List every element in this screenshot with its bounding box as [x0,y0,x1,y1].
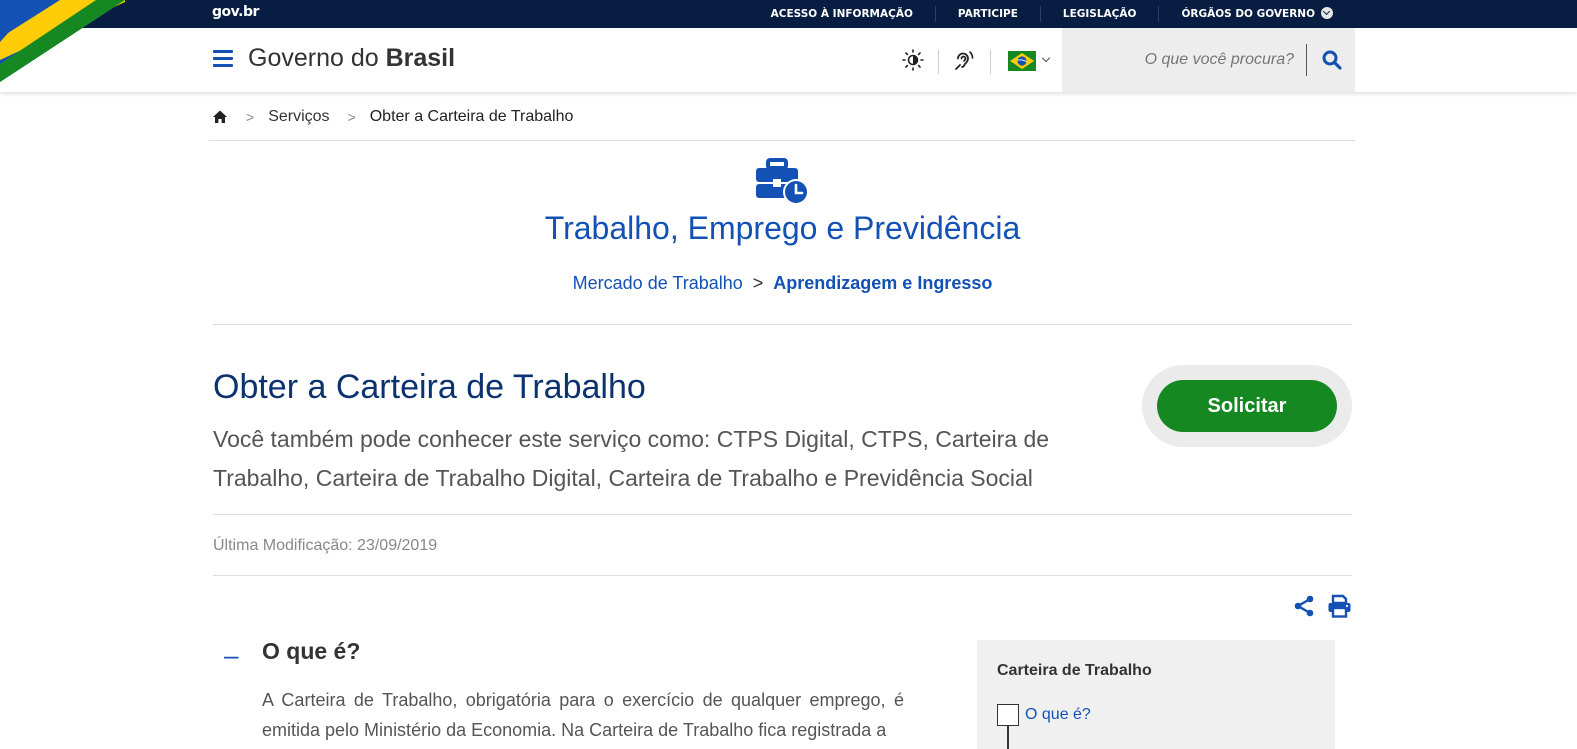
accessibility-hearing-icon[interactable] [953,48,977,72]
print-icon[interactable] [1327,594,1352,618]
topnav-orgaos-do-governo[interactable]: ÓRGÃOS DO GOVERNO [1158,6,1355,22]
subcategory-separator: > [752,273,764,293]
site-title-regular: Governo do [248,44,386,72]
breadcrumb-current: Obter a Carteira de Trabalho [369,108,574,125]
brazil-flag-icon[interactable] [1008,51,1036,71]
section-collapse-toggle[interactable]: – [224,640,238,671]
govbr-logo[interactable]: gov.br [212,4,259,20]
breadcrumb: > Serviços > Obter a Carteira de Trabalh… [210,108,573,126]
topnav-legislacao[interactable]: LEGISLAÇÃO [1039,6,1159,22]
topnav-orgaos-label: ÓRGÃOS DO GOVERNO [1181,8,1315,20]
home-icon[interactable] [212,109,228,125]
side-index-title: Carteira de Trabalho [997,662,1152,679]
site-title[interactable]: Governo do Brasil [248,44,455,73]
top-nav: ACESSO À INFORMAÇÃO PARTICIPE LEGISLAÇÃO… [749,0,1355,28]
index-marker-icon [997,704,1019,726]
side-index-item-o-que-e[interactable]: O que é? [1025,706,1091,724]
top-bar: gov.br ACESSO À INFORMAÇÃO PARTICIPE LEG… [0,0,1577,28]
section-text: A Carteira de Trabalho, obrigatória para… [262,690,904,740]
breadcrumb-servicos[interactable]: Serviços [268,108,329,126]
subcategory-link[interactable]: Mercado de Trabalho [573,273,743,293]
header-divider [990,50,991,74]
breadcrumb-separator: > [347,109,356,125]
side-index: Carteira de Trabalho O que é? [977,640,1335,749]
divider [213,514,1352,515]
chevron-down-icon [1321,7,1333,19]
last-modified: Última Modificação: 23/09/2019 [213,537,438,554]
chevron-down-icon[interactable] [1041,53,1051,63]
divider [209,140,1355,141]
site-title-bold: Brasil [385,44,456,72]
breadcrumb-separator: > [246,109,255,125]
header-divider [938,50,939,74]
index-connector [1007,726,1009,749]
topnav-participe[interactable]: PARTICIPE [934,6,1040,22]
section-title[interactable]: O que é? [262,638,360,665]
briefcase-clock-icon [756,158,809,205]
search-icon[interactable] [1320,48,1344,72]
service-title: Obter a Carteira de Trabalho [213,368,646,406]
service-aka: Você também pode conhecer este serviço c… [213,426,1050,491]
category-title: Trabalho, Emprego e Previdência [544,210,1021,246]
search-box [1062,28,1355,92]
brazil-flag-corner-graphic [0,0,125,82]
solicitar-button-wrapper: Solicitar [1142,365,1352,447]
share-icon[interactable] [1292,594,1316,618]
contrast-icon[interactable] [901,48,925,72]
divider [213,575,1352,576]
subcategory-current[interactable]: Aprendizagem e Ingresso [773,273,992,293]
subcategory-breadcrumb: Mercado de Trabalho > Aprendizagem e Ingre… [213,273,1352,294]
divider [213,324,1352,325]
search-divider [1306,44,1307,76]
menu-icon[interactable] [213,50,233,68]
search-input[interactable] [1072,46,1294,74]
site-header: Governo do Brasil [0,28,1577,92]
solicitar-button[interactable]: Solicitar [1157,380,1337,432]
topnav-acesso-informacao[interactable]: ACESSO À INFORMAÇÃO [749,6,935,22]
